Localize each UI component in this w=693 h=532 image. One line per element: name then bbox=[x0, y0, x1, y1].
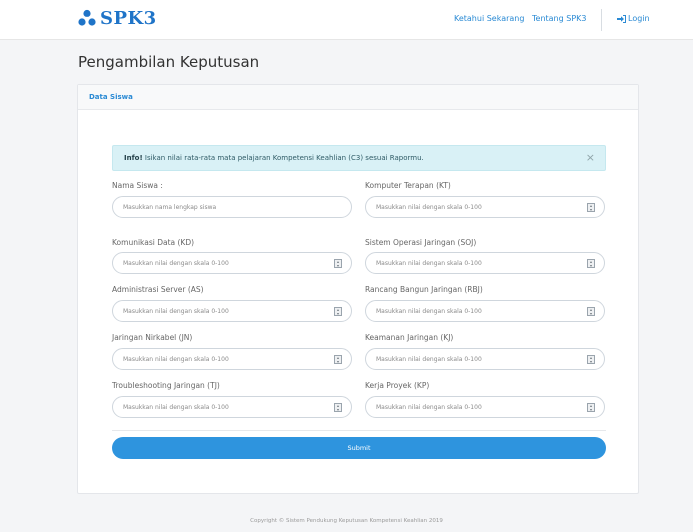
spinner-icon[interactable] bbox=[334, 259, 342, 268]
as-placeholder: Masukkan nilai dengan skala 0-100 bbox=[123, 308, 229, 315]
footer-copyright: Copyright © Sistem Pendukung Keputusan K… bbox=[250, 518, 443, 524]
kj-placeholder: Masukkan nilai dengan skala 0-100 bbox=[376, 356, 482, 363]
spinner-icon[interactable] bbox=[587, 403, 595, 412]
tj-label: Troubleshooting Jaringan (TJ) bbox=[112, 381, 220, 390]
kd-placeholder: Masukkan nilai dengan skala 0-100 bbox=[123, 260, 229, 267]
kj-input[interactable]: Masukkan nilai dengan skala 0-100 bbox=[365, 348, 605, 370]
alert-message: Isikan nilai rata-rata mata pelajaran Ko… bbox=[144, 154, 424, 162]
rbj-input[interactable]: Masukkan nilai dengan skala 0-100 bbox=[365, 300, 605, 322]
soj-input[interactable]: Masukkan nilai dengan skala 0-100 bbox=[365, 252, 605, 274]
navbar: SPK3 Ketahui Sekarang Tentang SPK3 Login bbox=[0, 0, 693, 40]
spinner-icon[interactable] bbox=[587, 203, 595, 212]
rbj-placeholder: Masukkan nilai dengan skala 0-100 bbox=[376, 308, 482, 315]
kj-label: Keamanan Jaringan (KJ) bbox=[365, 333, 454, 342]
login-label: Login bbox=[628, 14, 650, 23]
info-alert: Info! Isikan nilai rata-rata mata pelaja… bbox=[112, 145, 606, 171]
panel-header: Data Siswa bbox=[78, 85, 638, 110]
kp-placeholder: Masukkan nilai dengan skala 0-100 bbox=[376, 404, 482, 411]
hexagon-logo-icon bbox=[78, 9, 96, 26]
nav-divider bbox=[601, 9, 602, 31]
spinner-icon[interactable] bbox=[334, 307, 342, 316]
close-icon[interactable]: × bbox=[586, 152, 595, 164]
kd-input[interactable]: Masukkan nilai dengan skala 0-100 bbox=[112, 252, 352, 274]
jn-label: Jaringan Nirkabel (JN) bbox=[112, 333, 193, 342]
name-input[interactable]: Masukkan nama lengkap siswa bbox=[112, 196, 352, 218]
jn-input[interactable]: Masukkan nilai dengan skala 0-100 bbox=[112, 348, 352, 370]
tj-placeholder: Masukkan nilai dengan skala 0-100 bbox=[123, 404, 229, 411]
kt-label: Komputer Terapan (KT) bbox=[365, 181, 451, 190]
page-title: Pengambilan Keputusan bbox=[78, 53, 260, 71]
spinner-icon[interactable] bbox=[334, 355, 342, 364]
sign-in-icon bbox=[617, 14, 626, 23]
form-divider bbox=[112, 430, 606, 431]
as-input[interactable]: Masukkan nilai dengan skala 0-100 bbox=[112, 300, 352, 322]
soj-label: Sistem Operasi Jaringan (SOJ) bbox=[365, 238, 477, 247]
alert-text: Info! Isikan nilai rata-rata mata pelaja… bbox=[124, 154, 424, 162]
panel-title: Data Siswa bbox=[89, 93, 133, 101]
name-label: Nama Siswa : bbox=[112, 181, 163, 190]
spinner-icon[interactable] bbox=[334, 403, 342, 412]
rbj-label: Rancang Bangun Jaringan (RBJ) bbox=[365, 285, 483, 294]
submit-button[interactable]: Submit bbox=[112, 437, 606, 459]
soj-placeholder: Masukkan nilai dengan skala 0-100 bbox=[376, 260, 482, 267]
kt-placeholder: Masukkan nilai dengan skala 0-100 bbox=[376, 204, 482, 211]
brand-name: SPK3 bbox=[100, 8, 157, 29]
spinner-icon[interactable] bbox=[587, 259, 595, 268]
name-placeholder: Masukkan nama lengkap siswa bbox=[123, 204, 217, 211]
as-label: Administrasi Server (AS) bbox=[112, 285, 204, 294]
kp-input[interactable]: Masukkan nilai dengan skala 0-100 bbox=[365, 396, 605, 418]
kt-input[interactable]: Masukkan nilai dengan skala 0-100 bbox=[365, 196, 605, 218]
tj-input[interactable]: Masukkan nilai dengan skala 0-100 bbox=[112, 396, 352, 418]
brand[interactable]: SPK3 bbox=[77, 9, 157, 29]
spinner-icon[interactable] bbox=[587, 355, 595, 364]
kd-label: Komunikasi Data (KD) bbox=[112, 238, 195, 247]
jn-placeholder: Masukkan nilai dengan skala 0-100 bbox=[123, 356, 229, 363]
alert-strong: Info! bbox=[124, 154, 143, 162]
data-siswa-panel: Data Siswa Info! Isikan nilai rata-rata … bbox=[77, 84, 639, 494]
nav-link-ketahui-sekarang[interactable]: Ketahui Sekarang bbox=[454, 14, 524, 23]
login-button[interactable]: Login bbox=[617, 14, 650, 23]
nav-link-tentang-spk3[interactable]: Tentang SPK3 bbox=[532, 14, 587, 23]
kp-label: Kerja Proyek (KP) bbox=[365, 381, 430, 390]
spinner-icon[interactable] bbox=[587, 307, 595, 316]
